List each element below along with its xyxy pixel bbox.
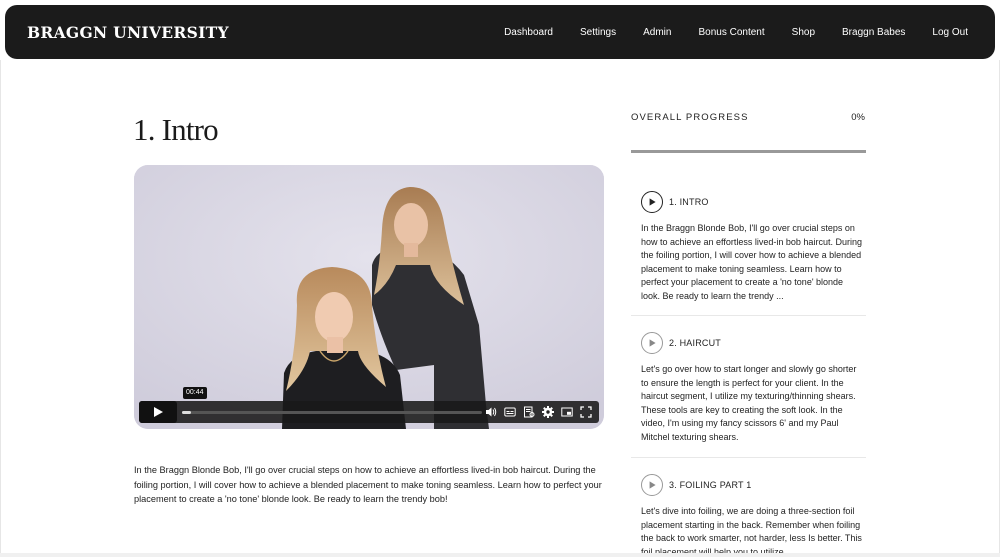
video-controls: 00:44 — [139, 387, 599, 423]
current-time: 00:44 — [183, 387, 207, 399]
page-border — [0, 60, 1, 557]
video-scrubber[interactable] — [182, 411, 482, 414]
volume-icon — [486, 407, 497, 417]
nav-link-admin[interactable]: Admin — [643, 27, 671, 38]
transcript-button[interactable] — [522, 405, 536, 419]
lesson-play-button[interactable] — [641, 474, 663, 496]
play-button[interactable] — [139, 401, 177, 423]
pip-icon — [561, 407, 573, 417]
lesson-item-description: Let's dive into foiling, we are doing a … — [641, 506, 862, 557]
gear-icon — [542, 406, 554, 418]
lesson-play-button[interactable] — [641, 191, 663, 213]
lesson-item-description: In the Braggn Blonde Bob, I'll go over c… — [641, 223, 862, 301]
lesson-item-title[interactable]: 2. HAIRCUT — [669, 338, 721, 348]
volume-button[interactable] — [484, 405, 498, 419]
nav-link-settings[interactable]: Settings — [580, 27, 616, 38]
settings-button[interactable] — [541, 405, 555, 419]
nav-link-dashboard[interactable]: Dashboard — [504, 27, 553, 38]
fullscreen-button[interactable] — [579, 405, 593, 419]
captions-button[interactable] — [503, 405, 517, 419]
progress-label: OVERALL PROGRESS — [631, 112, 749, 123]
progress-value: 0% — [851, 112, 865, 123]
nav-link-braggn-babes[interactable]: Braggn Babes — [842, 27, 905, 38]
nav-links: Dashboard Settings Admin Bonus Content S… — [477, 27, 968, 38]
video-player[interactable]: 00:44 — [134, 165, 604, 429]
lesson-item-title[interactable]: 3. FOILING PART 1 — [669, 480, 751, 490]
lesson-item-header[interactable]: 1. INTRO — [641, 191, 709, 213]
play-icon — [649, 198, 656, 206]
lesson-play-button[interactable] — [641, 332, 663, 354]
lesson-item-description: Let's go over how to start longer and sl… — [641, 364, 857, 442]
lesson-description: In the Braggn Blonde Bob, I'll go over c… — [134, 465, 602, 504]
control-icons — [479, 405, 593, 419]
captions-icon — [504, 407, 516, 417]
bottom-edge — [0, 553, 1000, 557]
play-icon — [649, 339, 656, 347]
play-icon — [154, 407, 163, 417]
nav-link-bonus-content[interactable]: Bonus Content — [698, 27, 764, 38]
nav-link-log-out[interactable]: Log Out — [932, 27, 968, 38]
lesson-item-header[interactable]: 3. FOILING PART 1 — [641, 474, 751, 496]
play-icon — [649, 481, 656, 489]
brand-logo[interactable]: BRAGGN UNIVERSITY — [27, 23, 229, 42]
lesson-title: 1. Intro — [133, 112, 219, 147]
picture-in-picture-button[interactable] — [560, 405, 574, 419]
divider — [631, 457, 866, 458]
transcript-icon — [524, 406, 535, 418]
scrubber-fill — [182, 411, 191, 414]
lesson-item-title[interactable]: 1. INTRO — [669, 197, 709, 207]
progress-header: OVERALL PROGRESS 0% — [631, 112, 866, 126]
progress-bar — [631, 150, 866, 153]
fullscreen-icon — [580, 406, 592, 418]
lesson-item-header[interactable]: 2. HAIRCUT — [641, 332, 721, 354]
divider — [631, 315, 866, 316]
nav-link-shop[interactable]: Shop — [792, 27, 815, 38]
top-navbar: BRAGGN UNIVERSITY Dashboard Settings Adm… — [5, 5, 995, 59]
